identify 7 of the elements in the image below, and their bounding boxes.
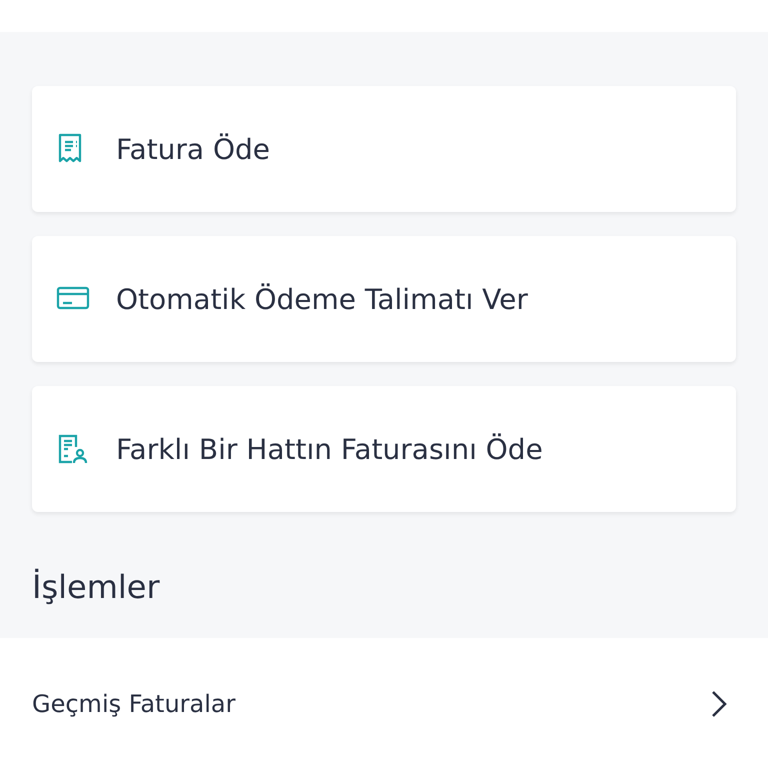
action-card[interactable]: Otomatik Ödeme Talimatı Ver — [32, 236, 736, 362]
list-item[interactable]: Geçmiş Faturalar — [0, 638, 768, 768]
chevron-right-icon — [710, 689, 728, 719]
document-person-icon — [56, 432, 90, 466]
action-card[interactable]: Fatura Öde — [32, 86, 736, 212]
section-title: İşlemler — [32, 568, 160, 606]
action-card[interactable]: Farklı Bir Hattın Faturasını Öde — [32, 386, 736, 512]
